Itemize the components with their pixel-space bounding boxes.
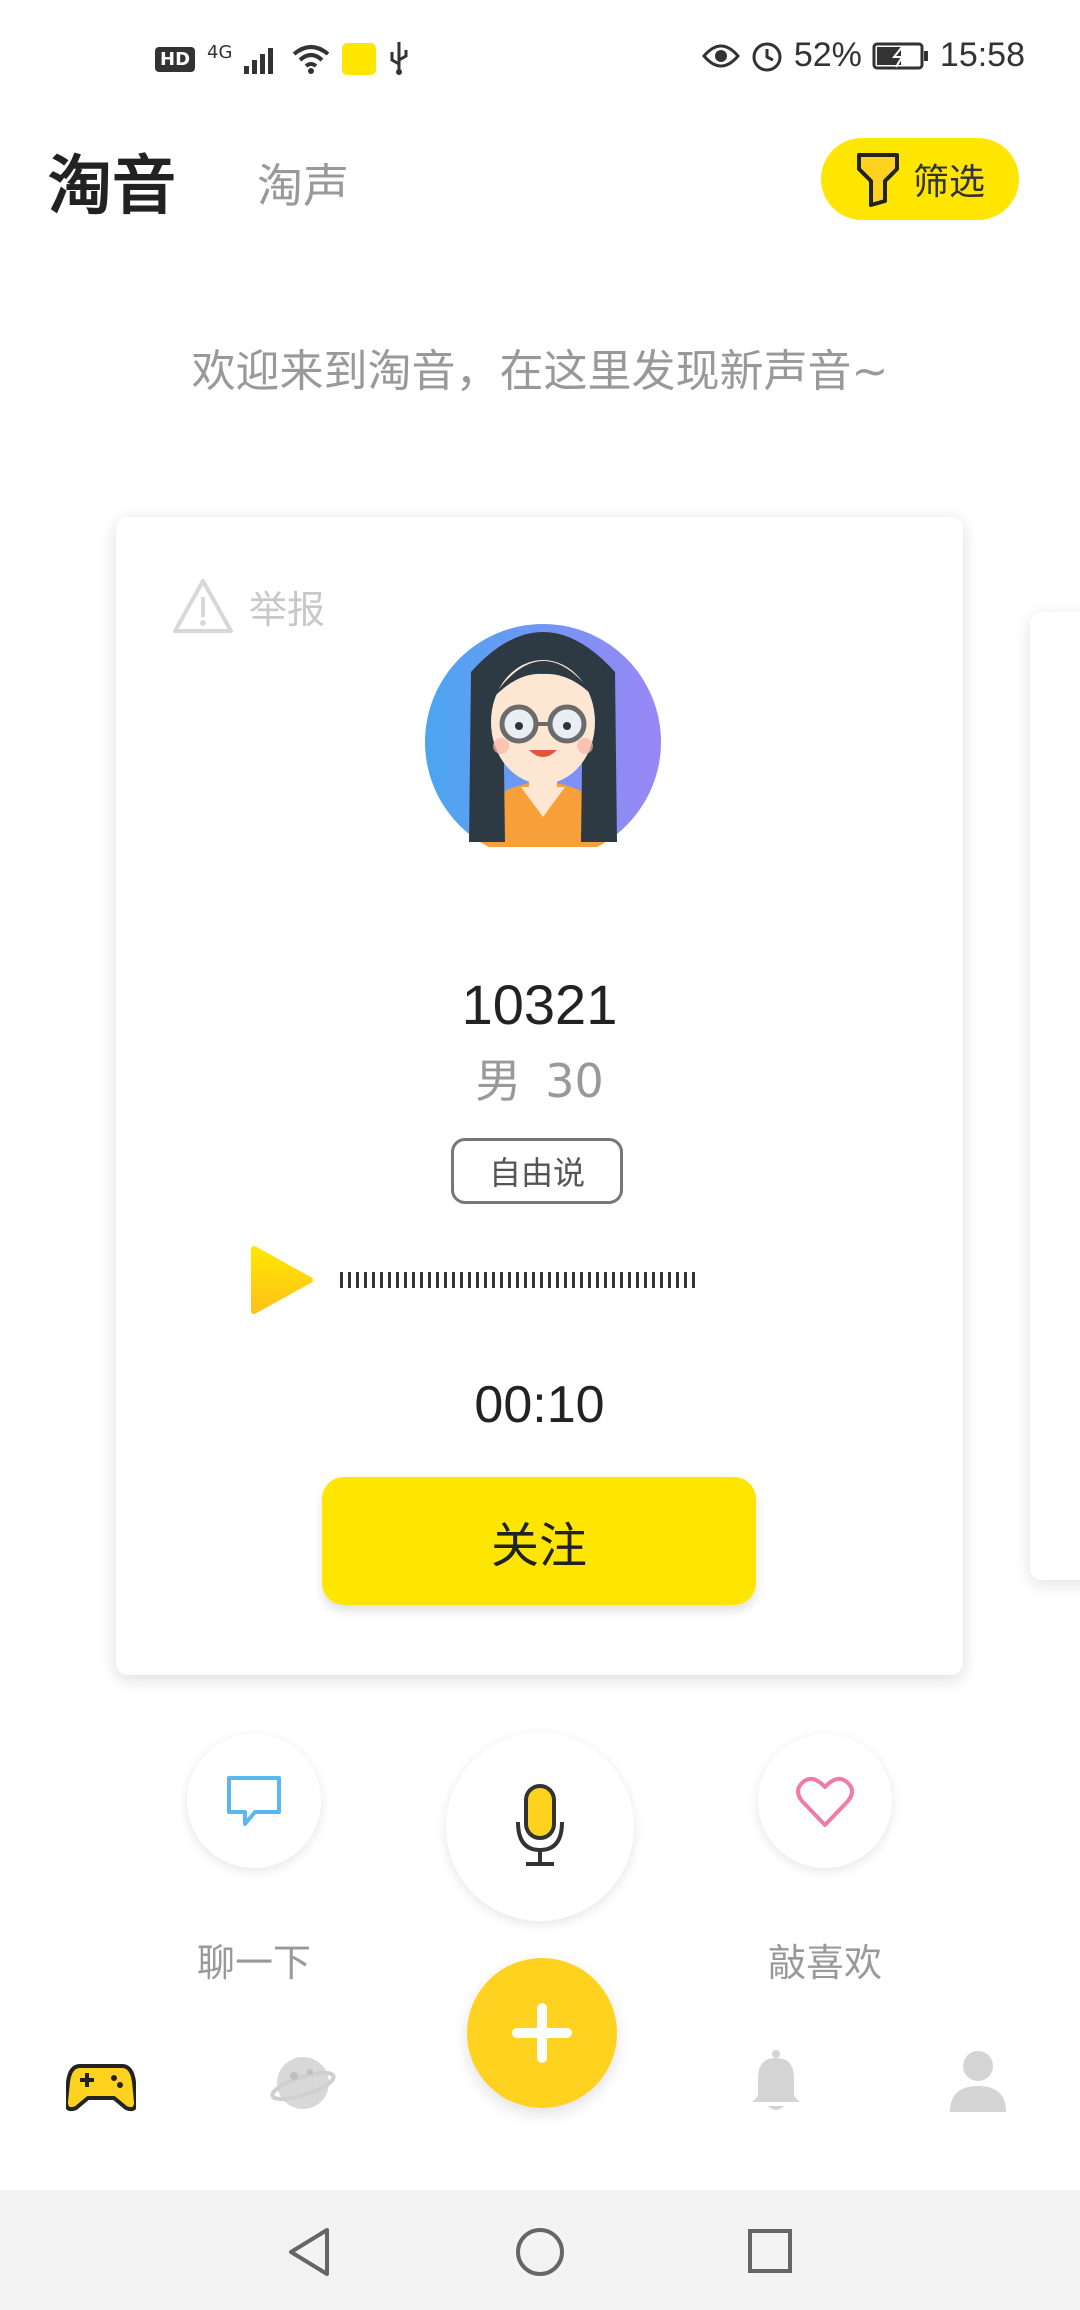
waveform-bar — [364, 1272, 367, 1288]
battery-icon — [872, 42, 928, 69]
home-icon[interactable] — [514, 2226, 566, 2278]
app-notification-icon — [342, 43, 377, 75]
user-meta: 男 30 — [116, 1045, 963, 1111]
waveform-bar — [652, 1272, 655, 1288]
warning-icon — [173, 579, 233, 633]
page-title[interactable]: 淘音 — [48, 135, 176, 227]
planet-icon[interactable] — [270, 2050, 336, 2116]
waveform-bar — [348, 1272, 351, 1288]
filter-label: 筛选 — [912, 162, 985, 203]
filter-icon — [856, 153, 899, 207]
waveform-bar — [508, 1272, 511, 1288]
waveform-bar — [612, 1272, 615, 1288]
waveform-bar — [356, 1272, 359, 1288]
report-label: 举报 — [249, 587, 326, 632]
waveform-bar — [676, 1272, 679, 1288]
avatar[interactable] — [421, 602, 666, 847]
filter-button[interactable]: 筛选 — [821, 138, 1019, 220]
report-button[interactable]: 举报 — [171, 577, 325, 635]
like-label: 敲喜欢 — [767, 1941, 882, 1985]
waveform-bar — [436, 1272, 439, 1288]
record-button[interactable] — [446, 1733, 634, 1921]
status-right: 52% 15:58 — [701, 36, 1025, 75]
topic-tag[interactable]: 自由说 — [451, 1138, 623, 1204]
waveform-bar — [404, 1272, 407, 1288]
waveform-bar — [420, 1272, 423, 1288]
tab-voice[interactable]: 淘声 — [257, 150, 349, 216]
chat-bubble-icon — [227, 1776, 281, 1826]
like-button[interactable] — [758, 1734, 892, 1868]
waveform-bar — [492, 1272, 495, 1288]
waveform-bar — [628, 1272, 631, 1288]
duration: 00:10 — [474, 1376, 605, 1434]
bell-icon[interactable] — [748, 2048, 804, 2114]
hd-badge: HD — [155, 46, 196, 72]
back-icon[interactable] — [285, 2226, 333, 2278]
voice-card[interactable]: 举报 10321 男 30 自由说 00:10 关注 — [116, 517, 963, 1675]
waveform-bar — [412, 1272, 415, 1288]
waveform-bar — [452, 1272, 455, 1288]
chat-button[interactable] — [187, 1734, 321, 1868]
waveform-bar — [500, 1272, 503, 1288]
app-screen: HD 4G 52% 15:58 淘音 淘声 筛选 欢迎来到淘音，在这里发现新声音… — [0, 0, 1080, 2310]
waveform-bar — [580, 1272, 583, 1288]
clock: 15:58 — [939, 36, 1025, 74]
waveform-bar — [340, 1272, 343, 1288]
user-gender: 男 — [475, 1054, 522, 1108]
usb-icon — [390, 42, 408, 75]
waveform-bar — [692, 1272, 695, 1288]
gamepad-icon[interactable] — [66, 2058, 136, 2114]
user-id: 10321 — [461, 973, 618, 1036]
waveform-bar — [428, 1272, 431, 1288]
recents-icon[interactable] — [747, 2228, 793, 2274]
chat-label: 聊一下 — [196, 1941, 311, 1985]
waveform-bar — [556, 1272, 559, 1288]
alarm-icon — [752, 42, 782, 71]
eye-icon — [701, 44, 740, 67]
waveform-bar — [548, 1272, 551, 1288]
waveform-bar — [572, 1272, 575, 1288]
add-icon — [512, 2003, 572, 2063]
waveform-bar — [668, 1272, 671, 1288]
microphone-icon — [516, 1784, 564, 1866]
play-icon[interactable] — [246, 1245, 316, 1315]
waveform-bar — [460, 1272, 463, 1288]
waveform-bar — [524, 1272, 527, 1288]
waveform-bar — [396, 1272, 399, 1288]
waveform-bar — [540, 1272, 543, 1288]
waveform-bar — [636, 1272, 639, 1288]
waveform[interactable] — [340, 1267, 695, 1293]
waveform-bar — [564, 1272, 567, 1288]
waveform-bar — [388, 1272, 391, 1288]
battery-percent: 52% — [793, 36, 862, 74]
status-left: HD 4G — [155, 42, 410, 76]
waveform-bar — [588, 1272, 591, 1288]
network-label: 4G — [207, 41, 233, 63]
add-button[interactable] — [467, 1958, 617, 2108]
waveform-bar — [372, 1272, 375, 1288]
signal-icon — [244, 48, 274, 74]
waveform-bar — [604, 1272, 607, 1288]
waveform-bar — [620, 1272, 623, 1288]
status-bar: HD 4G 52% 15:58 — [0, 0, 1080, 120]
waveform-bar — [596, 1272, 599, 1288]
welcome-text: 欢迎来到淘音，在这里发现新声音~ — [191, 346, 889, 397]
waveform-bar — [484, 1272, 487, 1288]
user-age: 30 — [545, 1054, 604, 1108]
next-card-peek[interactable] — [1030, 612, 1080, 1580]
wifi-icon — [293, 45, 330, 74]
waveform-bar — [380, 1272, 383, 1288]
waveform-bar — [644, 1272, 647, 1288]
waveform-bar — [660, 1272, 663, 1288]
user-icon[interactable] — [948, 2048, 1008, 2112]
system-nav-bar — [0, 2190, 1080, 2310]
waveform-bar — [444, 1272, 447, 1288]
waveform-bar — [532, 1272, 535, 1288]
waveform-bar — [684, 1272, 687, 1288]
waveform-bar — [468, 1272, 471, 1288]
waveform-bar — [476, 1272, 479, 1288]
waveform-bar — [516, 1272, 519, 1288]
follow-button[interactable]: 关注 — [322, 1477, 756, 1605]
heart-icon — [796, 1776, 854, 1827]
